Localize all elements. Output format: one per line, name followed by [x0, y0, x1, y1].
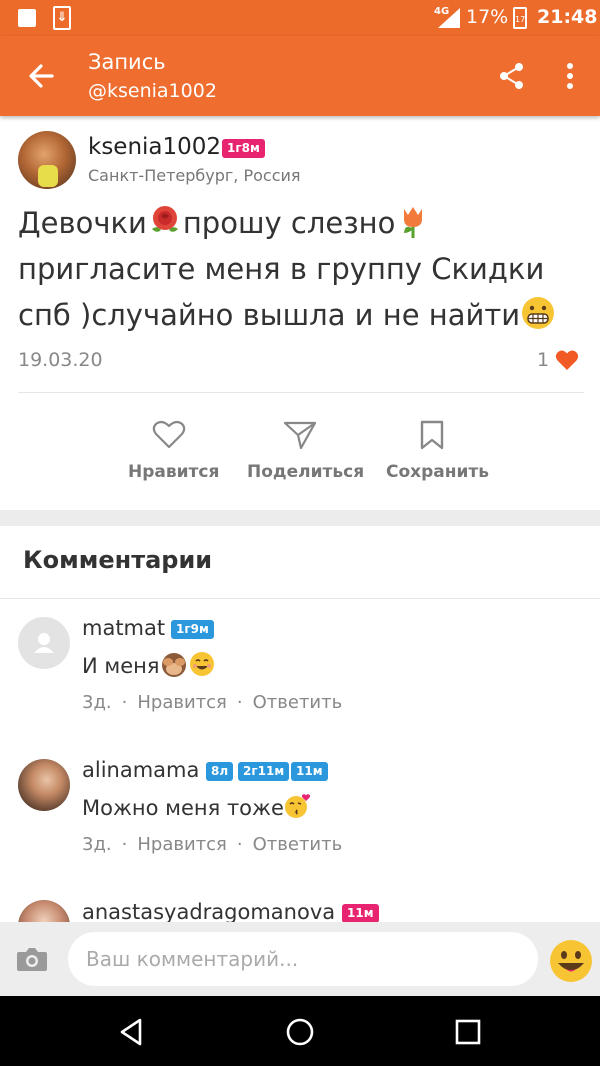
like-count: 1 — [537, 349, 550, 371]
comment-text: И меня — [82, 650, 216, 678]
section-gap — [0, 510, 600, 526]
share-button-label: Поделиться — [247, 462, 365, 482]
comment-avatar[interactable] — [18, 759, 70, 811]
comment-text: Можно меня тоже — [82, 792, 312, 820]
avatar-figure — [38, 165, 58, 187]
clock: 21:48 — [537, 6, 598, 28]
comment-meta: 3д. · Нравится · Ответить — [82, 692, 343, 713]
author-avatar[interactable] — [18, 131, 76, 189]
comment-author[interactable]: alinamama — [82, 758, 199, 782]
status-bar: ⇓ 4G 17% 17 21:48 — [0, 0, 600, 36]
network-type: 4G — [434, 6, 450, 17]
comment-badge: 2г11м — [238, 762, 290, 781]
divider — [18, 392, 584, 393]
comments-title: Комментарии — [23, 546, 213, 574]
send-icon — [283, 421, 317, 450]
comment-reply-link[interactable]: Ответить — [253, 834, 343, 855]
comment-like-link[interactable]: Нравится — [137, 692, 227, 713]
rose-emoji — [151, 206, 178, 232]
divider — [0, 598, 600, 599]
kissing-heart-face-emoji — [284, 794, 311, 818]
author-name[interactable]: ksenia1002 — [88, 134, 221, 160]
comment-time: 3д. — [82, 834, 112, 855]
bookmark-icon — [420, 420, 444, 450]
share-icon[interactable] — [496, 60, 528, 92]
tulip-emoji — [404, 207, 423, 238]
post-text-part2: прошу слезно — [182, 206, 396, 240]
comment-input-bar — [0, 922, 600, 996]
comment-author[interactable]: anastasyadragomanova — [82, 900, 335, 924]
comment-like-link[interactable]: Нравится — [137, 834, 227, 855]
comment-avatar[interactable] — [18, 617, 70, 669]
comment-reply-link[interactable]: Ответить — [253, 692, 343, 713]
see-no-evil-monkey-emoji — [161, 653, 186, 677]
default-avatar-icon — [34, 633, 54, 653]
battery-icon: 17 — [513, 7, 527, 29]
like-button-label: Нравится — [128, 462, 220, 482]
battery-percent: 17% — [466, 6, 509, 28]
comment-input[interactable] — [68, 932, 538, 986]
comment-badge: 8л — [206, 762, 234, 781]
heart-outline-icon — [152, 420, 186, 449]
smiling-face-emoji — [189, 652, 214, 676]
page-title: Запись — [88, 50, 166, 74]
system-nav-bar — [0, 996, 600, 1066]
more-vertical-icon[interactable] — [556, 60, 584, 92]
comment-badge: 1г9м — [171, 620, 214, 639]
back-arrow-icon[interactable] — [22, 56, 62, 96]
nav-recents-icon[interactable] — [450, 1014, 486, 1050]
comment-meta: 3д. · Нравится · Ответить — [82, 834, 343, 855]
save-button-label: Сохранить — [386, 462, 490, 482]
author-location: Санкт-Петербург, Россия — [88, 166, 301, 185]
download-icon: ⇓ — [53, 6, 71, 30]
save-button[interactable]: Сохранить — [386, 420, 489, 482]
page-subtitle: @ksenia1002 — [88, 80, 217, 102]
heart-icon[interactable] — [555, 349, 579, 371]
author-badge: 1г8м — [222, 139, 265, 158]
app-bar: Запись @ksenia1002 — [0, 36, 600, 116]
nav-home-icon[interactable] — [282, 1014, 318, 1050]
like-button[interactable]: Нравится — [128, 420, 219, 482]
post-text: Девочки прошу слезно пригласите меня в г… — [18, 200, 584, 338]
comment-text-value: И меня — [82, 654, 160, 678]
grimacing-face-emoji — [522, 297, 555, 329]
emoji-picker-icon[interactable] — [548, 938, 594, 984]
comment-badge: 11м — [342, 904, 379, 923]
camera-icon[interactable] — [16, 946, 48, 972]
share-button[interactable]: Поделиться — [247, 420, 364, 482]
comment-time: 3д. — [82, 692, 112, 713]
post-text-part1: Девочки — [18, 206, 147, 240]
post-text-part3: пригласите меня в группу Скидки спб )слу… — [18, 252, 545, 332]
post-date: 19.03.20 — [18, 349, 103, 371]
comment-author[interactable]: matmat — [82, 616, 165, 640]
nav-back-icon[interactable] — [114, 1014, 150, 1050]
comment-text-value: Можно меня тоже — [82, 796, 284, 820]
comment-badge: 11м — [291, 762, 328, 781]
notification-square-icon — [18, 9, 36, 27]
